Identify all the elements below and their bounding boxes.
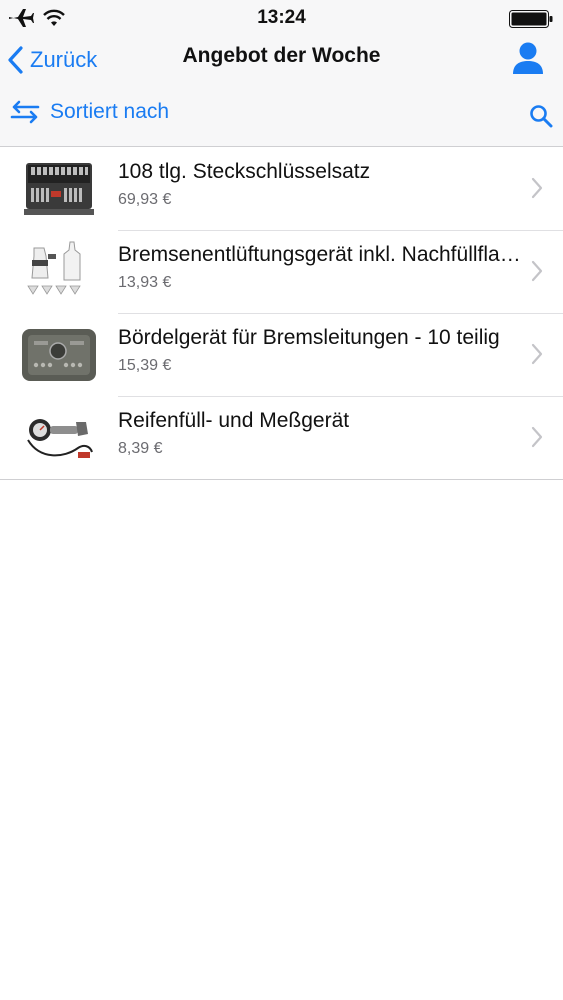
product-price: 15,39 €: [118, 357, 172, 374]
sort-button[interactable]: Sortiert nach: [10, 100, 169, 124]
brake-bleeder-image: [27, 241, 81, 295]
product-title: Reifenfüll- und Meßgerät: [118, 409, 350, 432]
user-profile-icon[interactable]: [511, 41, 545, 75]
tire-inflator-gauge-image: [27, 419, 93, 458]
flaring-tool-case-image: [22, 329, 96, 381]
status-bar: 13:24: [0, 0, 563, 36]
product-title: Bremsenentlüftungsgerät inkl. Nachfüllfl…: [118, 243, 528, 266]
chevron-right-icon: [531, 343, 543, 365]
product-row[interactable]: Bremsenentlüftungsgerät inkl. Nachfüllfl…: [0, 230, 563, 313]
chevron-right-icon: [531, 426, 543, 448]
chevron-right-icon: [531, 260, 543, 282]
product-price: 69,93 €: [118, 191, 172, 208]
product-price: 13,93 €: [118, 274, 172, 291]
navigation-bar: Zurück Angebot der Woche: [0, 36, 563, 84]
product-title: 108 tlg. Steckschlüsselsatz: [118, 160, 371, 183]
page-title: Angebot der Woche: [182, 44, 381, 67]
chevron-right-icon: [531, 177, 543, 199]
search-icon[interactable]: [529, 104, 553, 128]
product-row[interactable]: Bördelgerät für Bremsleitungen - 10 teil…: [0, 313, 563, 396]
sort-toolbar: Sortiert nach: [0, 84, 563, 147]
socket-set-image: [24, 163, 94, 215]
sort-label: Sortiert nach: [50, 100, 170, 123]
product-price: 8,39 €: [118, 440, 163, 457]
product-row[interactable]: Reifenfüll- und Meßgerät 8,39 €: [0, 396, 563, 479]
product-title: Bördelgerät für Bremsleitungen - 10 teil…: [118, 326, 500, 349]
product-row[interactable]: 108 tlg. Steckschlüsselsatz 69,93 €: [0, 147, 563, 230]
product-list: 108 tlg. Steckschlüsselsatz 69,93 € Brem…: [0, 147, 563, 480]
sort-arrows-icon: [10, 100, 40, 124]
status-time: 13:24: [257, 7, 306, 28]
battery-icon: [509, 10, 553, 28]
